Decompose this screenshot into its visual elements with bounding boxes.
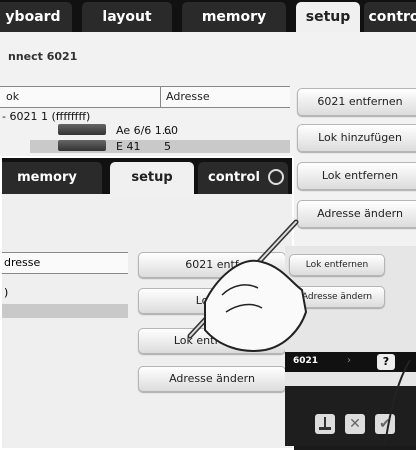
tab-control[interactable]: control <box>198 162 288 194</box>
tree-root-6021[interactable]: - 6021 1 (ffffffff) <box>2 110 90 123</box>
table-row-selected[interactable] <box>2 304 128 318</box>
arrow-right-icon: › <box>347 355 351 366</box>
lok-name: E 41 <box>116 140 141 153</box>
tree-root-text: 6021 1 (ffffffff) <box>9 110 91 123</box>
remove-lok-button[interactable]: Lok entfernen <box>297 162 416 190</box>
tab-memory[interactable]: memory <box>2 162 102 194</box>
setup-window-small: Lok entfernen Adresse ändern 6021 › ? ✕ … <box>285 246 416 446</box>
tab-layout[interactable]: layout <box>82 2 172 32</box>
lok-address: 60 <box>164 124 178 137</box>
add-lok-button[interactable]: Lok hi <box>138 288 286 314</box>
table-header: ok Adresse <box>0 86 290 108</box>
tab-control-label: control <box>208 170 260 185</box>
remove-6021-button[interactable]: 6021 entfernen <box>297 88 416 116</box>
locomotive-icon <box>58 140 106 151</box>
column-adresse[interactable]: Adresse <box>166 90 210 103</box>
tab-bar: memory setup control <box>2 158 292 194</box>
track-icon[interactable] <box>315 414 335 434</box>
gauge-icon <box>268 169 284 185</box>
check-button[interactable]: ✔ <box>375 414 395 434</box>
setup-window-zoom: memory setup control dresse ) 6021 entf … <box>0 156 294 450</box>
close-button[interactable]: ✕ <box>345 414 365 434</box>
tab-setup[interactable]: setup <box>110 162 194 194</box>
help-button[interactable]: ? <box>377 354 395 370</box>
tab-keyboard[interactable]: yboard <box>0 2 72 32</box>
device-label: 6021 <box>293 356 319 366</box>
table-header: dresse <box>2 252 128 274</box>
bottom-toolbar: ✕ ✔ <box>285 386 416 446</box>
lok-address: 5 <box>164 140 171 153</box>
change-address-button[interactable]: Adresse ändern <box>289 286 385 308</box>
tab-control[interactable]: contro <box>364 2 416 32</box>
status-bar: 6021 › ? <box>285 352 416 372</box>
tab-memory[interactable]: memory <box>182 2 286 32</box>
tab-setup[interactable]: setup <box>296 2 360 32</box>
remove-lok-button[interactable]: Lok entfernen <box>138 328 286 354</box>
table-row[interactable]: ) <box>4 286 8 299</box>
remove-6021-button[interactable]: 6021 entf <box>138 252 286 278</box>
table-row-selected[interactable]: E 41 5 <box>30 140 290 153</box>
add-lok-button[interactable]: Lok hinzufügen <box>297 124 416 152</box>
remove-lok-button[interactable]: Lok entfernen <box>289 254 385 276</box>
tab-bar: yboard layout memory setup contro <box>0 0 416 32</box>
locomotive-icon <box>58 124 106 135</box>
connect-title: nnect 6021 <box>8 50 78 63</box>
column-divider <box>160 87 161 107</box>
table-row[interactable]: Ae 6/6 1... 60 <box>30 124 290 137</box>
change-address-button[interactable]: Adresse ändern <box>138 366 286 392</box>
track-sleeper-icon <box>319 427 331 430</box>
column-lok[interactable]: ok <box>6 90 19 103</box>
change-address-button[interactable]: Adresse ändern <box>297 200 416 228</box>
track-rail-icon <box>324 417 326 427</box>
column-adresse[interactable]: dresse <box>4 256 40 269</box>
